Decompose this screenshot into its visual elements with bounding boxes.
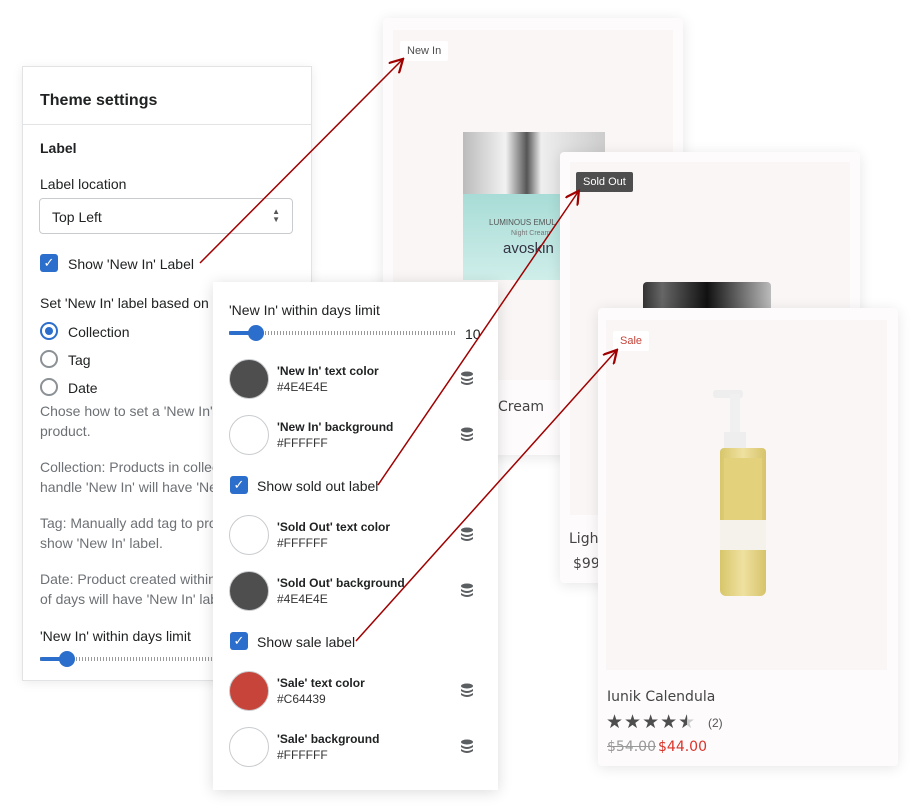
color-swatch[interactable]	[229, 571, 269, 611]
show-sale-checkbox[interactable]: ✓	[230, 632, 248, 650]
show-new-in-checkbox[interactable]: ✓	[40, 254, 58, 272]
database-icon[interactable]	[460, 583, 474, 599]
bottle-body	[720, 448, 766, 596]
radio-label: Collection	[68, 324, 130, 340]
color-setting-label: 'Sold Out' text color	[277, 520, 391, 534]
section-heading: Label	[40, 140, 77, 156]
database-icon[interactable]	[460, 427, 474, 443]
color-setting-label: 'Sale' background	[277, 732, 380, 746]
new-in-badge: New In	[400, 41, 449, 61]
product-card-sale[interactable]: Sale Iunik Calendula ★★★★★ (2) $54.00 $4…	[598, 308, 898, 766]
color-swatch[interactable]	[229, 359, 269, 399]
database-icon[interactable]	[460, 371, 474, 387]
panel-title: Theme settings	[40, 92, 158, 109]
help-text: show 'New In' label.	[40, 535, 163, 551]
days-slider-handle[interactable]	[59, 651, 75, 667]
show-sold-out-label: Show sold out label	[257, 478, 379, 494]
label-location-label: Label location	[40, 176, 127, 192]
radio-label: Date	[68, 380, 98, 396]
color-setting-value: #4E4E4E	[277, 380, 328, 394]
days-limit-label: 'New In' within days limit	[229, 302, 380, 318]
old-price: $54.00	[607, 739, 656, 755]
bottle-label	[724, 458, 762, 520]
select-arrows-icon: ▲ ▼	[272, 207, 280, 224]
label-detail-panel: 'New In' within days limit 10 'New In' t…	[213, 282, 498, 790]
product-name[interactable]: Cream	[498, 399, 544, 415]
select-value: Top Left	[52, 209, 102, 225]
show-sold-out-checkbox[interactable]: ✓	[230, 476, 248, 494]
color-setting-label: 'Sale' text color	[277, 676, 365, 690]
half-star-icon: ★	[678, 712, 697, 733]
radio-collection[interactable]	[40, 322, 58, 340]
based-on-label: Set 'New In' label based on	[40, 295, 209, 311]
review-count: (2)	[708, 716, 723, 730]
database-icon[interactable]	[460, 527, 474, 543]
product-name[interactable]: Iunik Calendula	[607, 689, 715, 705]
jar-text: Night Cream	[511, 230, 551, 237]
help-text: product.	[40, 423, 91, 439]
days-value: 10	[465, 326, 481, 342]
radio-tag[interactable]	[40, 350, 58, 368]
color-setting-value: #C64439	[277, 692, 326, 706]
color-setting-label: 'Sold Out' background	[277, 576, 405, 590]
color-swatch[interactable]	[229, 415, 269, 455]
radio-date[interactable]	[40, 378, 58, 396]
days-limit-label: 'New In' within days limit	[40, 628, 191, 644]
days-slider-handle[interactable]	[248, 325, 264, 341]
sale-price: $44.00	[658, 739, 707, 755]
color-setting-value: #FFFFFF	[277, 536, 328, 550]
jar-brand: avoskin	[503, 240, 554, 257]
color-setting-value: #4E4E4E	[277, 592, 328, 606]
color-swatch[interactable]	[229, 727, 269, 767]
show-sale-label: Show sale label	[257, 634, 356, 650]
database-icon[interactable]	[460, 683, 474, 699]
color-swatch[interactable]	[229, 671, 269, 711]
label-location-select[interactable]: Top Left ▲ ▼	[39, 198, 293, 234]
star-rating: ★★★★★	[606, 711, 696, 734]
color-setting-value: #FFFFFF	[277, 748, 328, 762]
sale-badge: Sale	[613, 331, 650, 351]
bottle-label-white	[720, 520, 766, 550]
color-setting-label: 'New In' background	[277, 420, 394, 434]
star-icon: ★★★★	[606, 712, 679, 733]
color-setting-value: #FFFFFF	[277, 436, 328, 450]
color-setting-label: 'New In' text color	[277, 364, 379, 378]
show-new-in-label: Show 'New In' Label	[68, 256, 194, 272]
color-swatch[interactable]	[229, 515, 269, 555]
help-text: of days will have 'New In' label.	[40, 591, 233, 607]
radio-label: Tag	[68, 352, 91, 368]
database-icon[interactable]	[460, 739, 474, 755]
sold-out-badge: Sold Out	[576, 172, 633, 192]
divider	[23, 124, 311, 125]
jar-text: LUMINOUS EMUL	[489, 218, 556, 227]
product-image	[606, 320, 887, 670]
